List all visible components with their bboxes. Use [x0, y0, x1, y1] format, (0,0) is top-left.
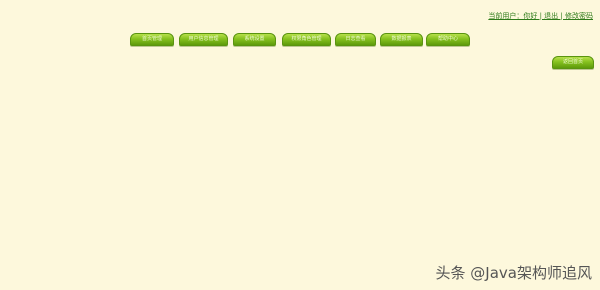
user-status-link[interactable]: 当前用户：你好 | 退出 | 修改密码 [488, 12, 593, 21]
page: 当前用户：你好 | 退出 | 修改密码 首页管理 用户信息管理 系统设置 权限角… [0, 0, 600, 290]
tab-logs[interactable]: 日志查看 [335, 33, 376, 46]
watermark-text: 头条 @Java架构师追风 [435, 264, 592, 282]
tab-help[interactable]: 帮助中心 [426, 33, 470, 46]
tab-roles[interactable]: 权限角色管理 [282, 33, 331, 46]
tab-user-info[interactable]: 用户信息管理 [179, 33, 228, 46]
tab-home[interactable]: 首页管理 [130, 33, 174, 46]
back-home-button[interactable]: 返回首页 [552, 56, 594, 69]
tab-reports[interactable]: 数据报表 [380, 33, 423, 46]
tab-system-settings[interactable]: 系统设置 [233, 33, 276, 46]
